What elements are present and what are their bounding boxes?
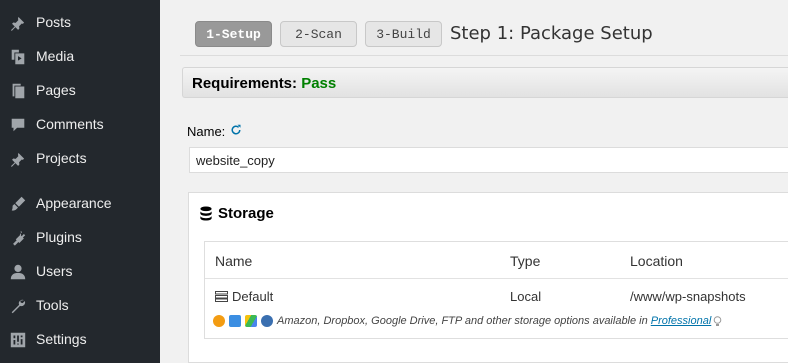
professional-link[interactable]: Professional [651,315,712,327]
admin-sidebar: Posts Media Pages Comments Projects Appe… [0,0,160,363]
sidebar-item-media[interactable]: Media [0,39,160,73]
sidebar-item-label: Comments [36,116,104,132]
database-icon [200,206,212,221]
sidebar-item-users[interactable]: Users [0,254,160,288]
amazon-icon [213,315,225,327]
divider [180,55,788,56]
sidebar-item-pages[interactable]: Pages [0,73,160,107]
sidebar-item-appearance[interactable]: Appearance [0,186,160,220]
sidebar-item-comments[interactable]: Comments [0,107,160,141]
name-label: Name: [187,124,226,139]
sidebar-item-label: Media [36,48,75,64]
wrench-icon [8,297,28,315]
sidebar-item-label: Settings [36,331,87,347]
brush-icon [8,195,28,213]
media-icon [8,48,28,66]
google-drive-icon [245,315,257,327]
storage-location: /www/wp-snapshots [630,289,746,304]
pin-icon [8,14,28,32]
sidebar-item-plugins[interactable]: Plugins [0,220,160,254]
sidebar-item-settings[interactable]: Settings [0,322,160,356]
requirements-label: Requirements: Pass [192,75,337,92]
storage-panel: Storage Name Type Location Default Local… [188,192,788,363]
column-header-location: Location [630,253,683,269]
storage-promo: Amazon, Dropbox, Google Drive, FTP and o… [213,315,722,327]
tab-build[interactable]: 3-Build [365,21,442,47]
dropbox-icon [229,315,241,327]
sidebar-item-label: Appearance [36,195,112,211]
sidebar-item-label: Posts [36,14,72,30]
storage-title: Storage [218,205,274,222]
sidebar-item-label: Plugins [36,229,82,245]
sidebar-item-label: Pages [36,82,76,98]
divider [205,278,788,279]
requirements-status: Pass [301,75,337,92]
requirements-bar[interactable]: Requirements: Pass [182,67,788,98]
sidebar-item-label: Tools [36,297,69,313]
table-row[interactable]: Default [215,289,273,304]
sidebar-item-label: Users [36,263,73,279]
tab-scan[interactable]: 2-Scan [280,21,357,47]
plug-icon [8,229,28,247]
user-icon [8,263,28,281]
pages-icon [8,82,28,100]
page-title: Step 1: Package Setup [450,23,653,44]
column-header-name: Name [215,253,253,269]
ftp-icon [261,315,273,327]
name-input[interactable] [189,147,788,173]
sidebar-item-posts[interactable]: Posts [0,5,160,39]
sidebar-item-label: Projects [36,150,87,166]
sidebar-item-tools[interactable]: Tools [0,288,160,322]
storage-table: Name Type Location Default Local /www/wp… [204,241,788,339]
pin-icon [8,150,28,168]
comment-icon [8,116,28,134]
promo-text: Amazon, Dropbox, Google Drive, FTP and o… [277,315,648,327]
lightbulb-icon [713,315,722,326]
column-header-type: Type [510,253,541,269]
storage-header[interactable]: Storage [199,205,274,222]
storage-name: Default [232,289,274,304]
server-icon [215,291,228,302]
storage-type: Local [510,289,542,304]
tab-setup[interactable]: 1-Setup [195,21,272,47]
settings-icon [8,331,28,349]
main-content: 1-Setup 2-Scan 3-Build Step 1: Package S… [160,0,788,363]
sidebar-item-projects[interactable]: Projects [0,141,160,175]
refresh-icon[interactable] [230,124,242,136]
